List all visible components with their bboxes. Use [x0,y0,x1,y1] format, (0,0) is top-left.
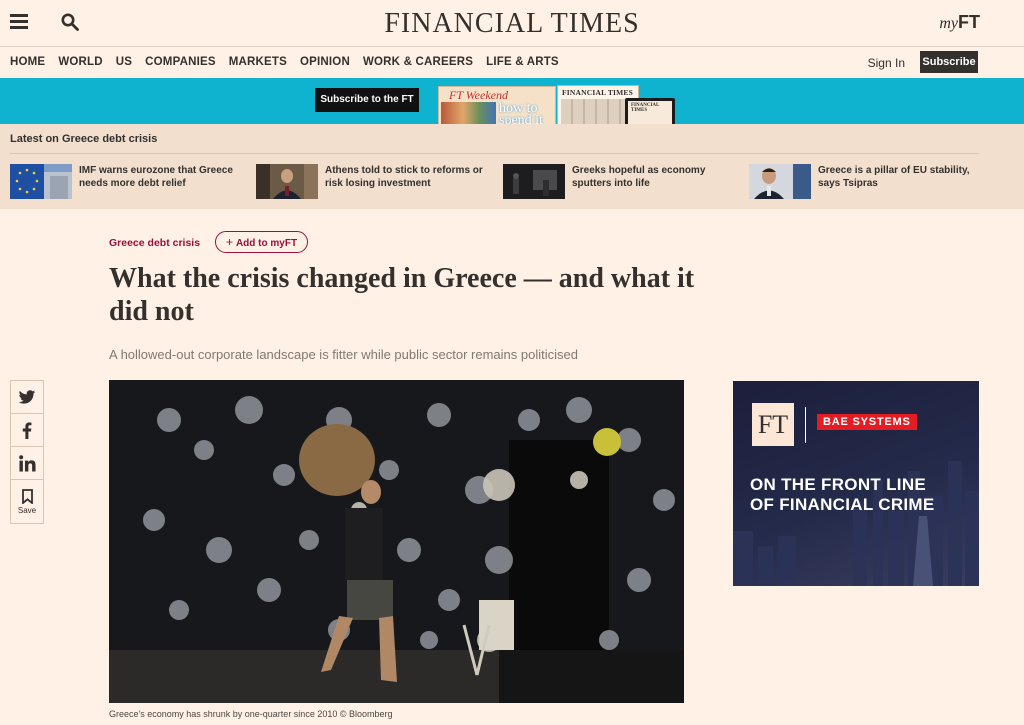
divider [10,153,979,154]
search-icon[interactable] [61,13,79,31]
myft-link[interactable]: myFT [939,12,980,33]
twitter-icon [18,389,36,404]
newspaper-title: FINANCIAL TIMES [562,88,634,97]
facebook-icon [22,421,32,439]
latest-heading: Latest on Greece debt crisis [10,133,158,145]
latest-title: Athens told to stick to reforms or risk … [325,165,483,189]
bookmark-icon [21,488,33,504]
latest-title: Greeks hopeful as economy sputters into … [572,165,706,189]
site-header: FINANCIAL TIMES myFT [0,0,1024,47]
myft-prefix: my [939,15,958,32]
nav-item-us[interactable]: US [116,56,132,68]
save-label: Save [17,505,37,515]
nav-item-companies[interactable]: COMPANIES [145,56,216,68]
site-logo[interactable]: FINANCIAL TIMES [0,8,1024,40]
sign-in-link[interactable]: Sign In [868,56,905,70]
save-button[interactable]: Save [11,480,43,523]
add-to-myft-label: Add to myFT [235,238,298,249]
bae-systems-logo: BAE SYSTEMS [817,414,917,430]
tablet-title: FINANCIAL TIMES [631,103,660,113]
latest-item[interactable]: Greece is a pillar of EU stability, says… [749,164,979,200]
ft-weekend-magazine[interactable]: FT Weekend how to spend it [438,86,556,124]
ad-headline-line2: OF FINANCIAL CRIME [750,495,935,514]
politician-thumbnail [256,164,318,199]
main-nav: HOME WORLD US COMPANIES MARKETS OPINION … [0,48,1024,78]
article-headline: What the crisis changed in Greece — and … [109,263,695,327]
latest-item[interactable]: Greeks hopeful as economy sputters into … [503,164,733,200]
myft-suffix: FT [958,12,980,32]
plus-icon: + [225,235,233,249]
weekend-cover-text: how to spend it [499,101,543,125]
latest-item[interactable]: Athens told to stick to reforms or risk … [256,164,486,200]
nav-item-life-arts[interactable]: LIFE & ARTS [486,56,559,68]
linkedin-icon [18,454,36,472]
article-standfirst: A hollowed-out corporate landscape is fi… [109,347,578,362]
bae-systems-ad[interactable]: FT BAE SYSTEMS ON THE FRONT LINE OF FINA… [733,381,979,586]
image-caption: Greece's economy has shrunk by one-quart… [109,709,393,719]
subscribe-to-ft-button[interactable]: Subscribe to the FT [315,88,419,112]
nav-item-markets[interactable]: MARKETS [229,56,287,68]
nav-item-opinion[interactable]: OPINION [300,56,350,68]
topic-tag[interactable]: Greece debt crisis [109,237,200,249]
tablet-device: FINANCIAL TIMES [625,98,675,124]
latest-item[interactable]: IMF warns eurozone that Greece needs mor… [10,164,240,200]
magazine-cover-image [441,102,496,124]
linkedin-share-button[interactable] [11,447,43,480]
latest-title: IMF warns eurozone that Greece needs mor… [79,165,233,189]
ad-headline-line1: ON THE FRONT LINE [750,475,927,494]
article-main-image [109,380,684,703]
latest-on-topic: Latest on Greece debt crisis IMF warns e… [0,124,1024,209]
newspaper-columns [561,99,635,124]
ft-logo: FT [752,403,794,446]
ad-divider [805,407,806,443]
share-rail: Save [10,380,44,524]
nav-item-home[interactable]: HOME [10,56,45,68]
facebook-share-button[interactable] [11,414,43,447]
latest-title: Greece is a pillar of EU stability, says… [818,165,970,189]
nav-item-world[interactable]: WORLD [58,56,102,68]
subscribe-button[interactable]: Subscribe [920,51,978,73]
tsipras-thumbnail [749,164,811,199]
add-to-myft-button[interactable]: + Add to myFT [215,231,308,253]
street-scene-thumbnail [503,164,565,199]
nav-item-work-careers[interactable]: WORK & CAREERS [363,56,473,68]
subscription-banner: Subscribe to the FT FT Weekend how to sp… [0,78,1024,124]
twitter-share-button[interactable] [11,381,43,414]
menu-icon[interactable] [10,14,28,30]
eu-flag-thumbnail [10,164,72,199]
